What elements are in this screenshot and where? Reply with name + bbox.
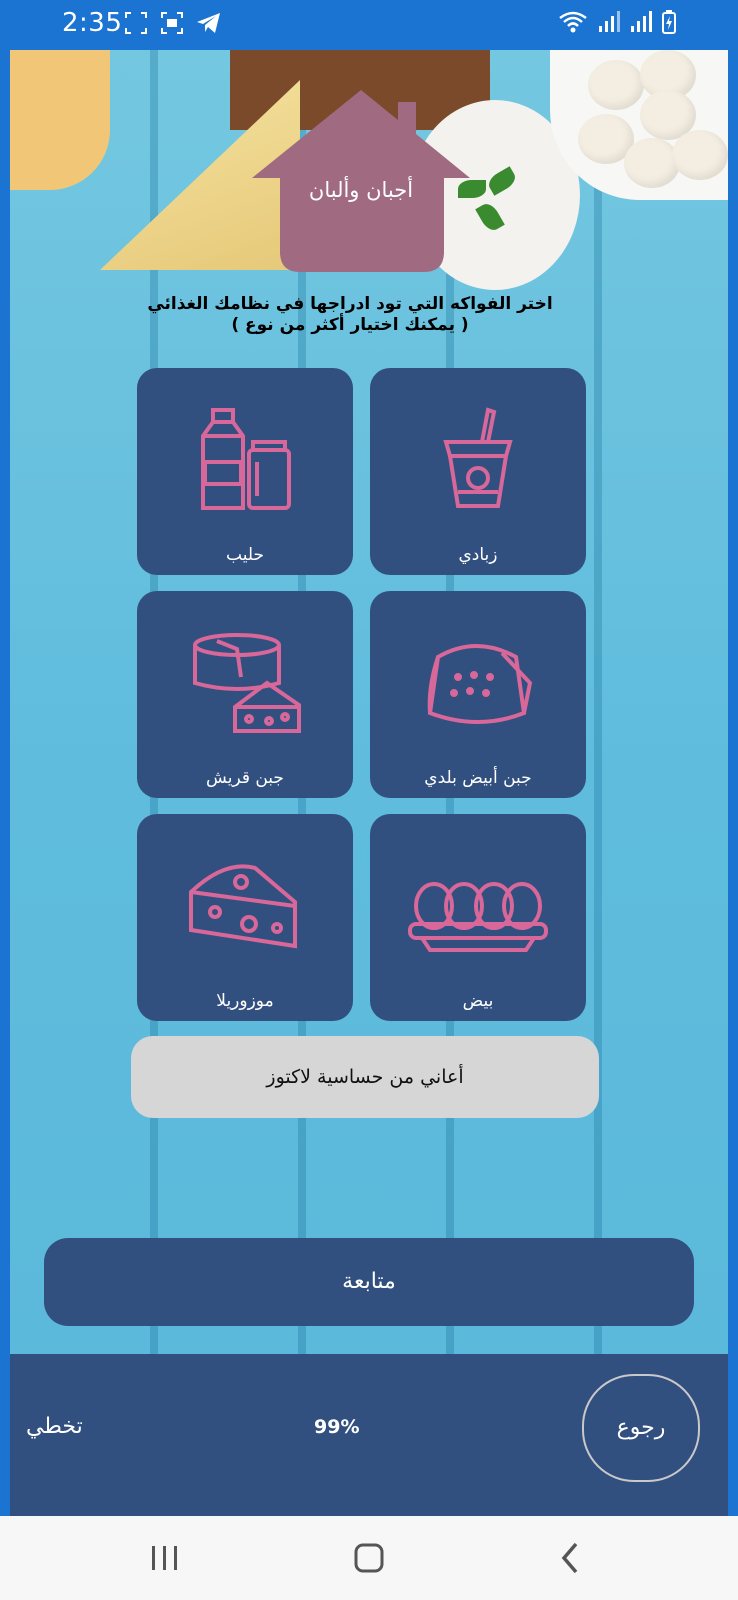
category-header: أجبان وألبان <box>248 88 474 278</box>
eggs-tray-icon <box>408 882 548 952</box>
mozzarella-ball-decor <box>624 138 680 188</box>
food-card-label: موزوريلا <box>216 991 274 1011</box>
status-notification-icons <box>124 11 222 35</box>
continue-button[interactable]: متابعة <box>44 1238 694 1326</box>
lactose-intolerance-button[interactable]: أعاني من حساسية لاكتوز <box>131 1036 599 1118</box>
bottom-bar: تخطي 99% رجوع <box>10 1354 728 1516</box>
status-bar: 2:35 <box>0 0 738 50</box>
skip-button[interactable]: تخطي <box>26 1414 83 1439</box>
system-navigation-bar <box>0 1516 738 1600</box>
food-card-milk[interactable]: حليب <box>137 368 353 575</box>
signal-icon-2 <box>631 11 652 32</box>
signal-icon-1 <box>599 11 620 32</box>
home-icon[interactable] <box>344 1536 394 1580</box>
battery-charging-icon <box>662 10 676 34</box>
mozzarella-ball-decor <box>588 60 644 110</box>
recent-apps-icon[interactable] <box>140 1536 190 1580</box>
instruction-line-1: اختر الفواكه التي تود ادراجها في نظامك ا… <box>147 294 553 314</box>
swiss-cheese-icon <box>189 864 297 949</box>
category-title: أجبان وألبان <box>308 178 414 202</box>
food-card-label: جبن قريش <box>206 768 284 788</box>
instruction-line-2: ( يمكنك اختيار أكثر من نوع ) <box>231 315 469 335</box>
food-card-label: حليب <box>226 545 264 565</box>
app-screen: أجبان وألبان اختر الفواكه التي تود ادراج… <box>10 50 728 1516</box>
scan-icon <box>161 12 183 34</box>
white-cheese-icon <box>427 644 533 724</box>
food-card-cottage-cheese[interactable]: جبن قريش <box>137 591 353 798</box>
food-card-label: بيض <box>462 991 494 1011</box>
milk-carton-icon <box>201 408 291 510</box>
progress-text: 99% <box>314 1416 360 1438</box>
back-nav-icon[interactable] <box>546 1536 596 1580</box>
status-time: 2:35 <box>62 8 123 38</box>
screenshot-icon <box>125 12 147 34</box>
cheese-wheel-icon <box>193 633 301 733</box>
food-card-label: جبن أبيض بلدي <box>424 768 532 788</box>
food-card-eggs[interactable]: بيض <box>370 814 586 1021</box>
wifi-icon <box>559 11 587 33</box>
food-card-white-cheese[interactable]: جبن أبيض بلدي <box>370 591 586 798</box>
mozzarella-ball-decor <box>672 130 728 180</box>
food-card-label: زبادي <box>458 545 498 565</box>
cheese-decor <box>10 50 110 190</box>
back-button[interactable]: رجوع <box>582 1374 700 1482</box>
food-card-mozzarella[interactable]: موزوريلا <box>137 814 353 1021</box>
telegram-icon <box>197 13 220 33</box>
food-card-yogurt[interactable]: زبادي <box>370 368 586 575</box>
status-system-icons <box>558 10 676 34</box>
instruction-text: اختر الفواكه التي تود ادراجها في نظامك ا… <box>90 294 610 336</box>
yogurt-cup-icon <box>443 407 513 508</box>
